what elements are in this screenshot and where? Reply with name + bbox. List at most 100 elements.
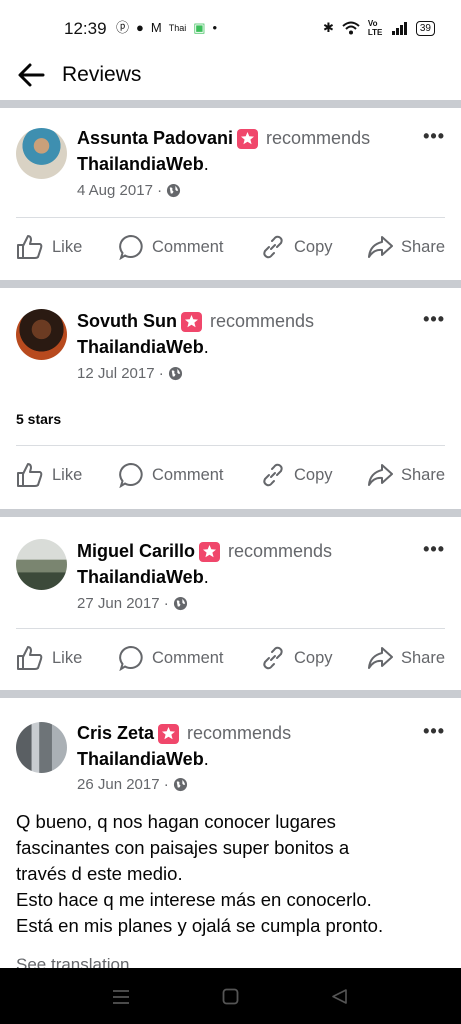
comment-label: Comment: [152, 237, 224, 256]
author-line: Assunta Padovani recommends: [77, 128, 370, 149]
back-arrow-icon[interactable]: [16, 60, 46, 90]
star-rating: 5 stars: [16, 411, 62, 427]
share-icon: [368, 464, 393, 486]
copy-button[interactable]: Copy: [260, 638, 333, 678]
comment-label: Comment: [152, 648, 224, 667]
bluetooth-icon: ✱: [322, 20, 334, 35]
wifi-icon: [342, 21, 360, 35]
review-card: Miguel Carillo recommends ThailandiaWeb.…: [0, 517, 461, 690]
review-card: Assunta Padovani recommends ThailandiaWe…: [0, 108, 461, 280]
recent-apps-icon[interactable]: [112, 989, 130, 1005]
thumbs-up-icon: [17, 463, 43, 487]
page-line: ThailandiaWeb.: [77, 567, 209, 587]
action-bar: Like Comment Copy Share: [0, 455, 461, 495]
signal-icon: [391, 21, 407, 35]
share-label: Share: [401, 465, 446, 484]
comment-label: Comment: [152, 465, 224, 484]
back-icon[interactable]: [331, 988, 348, 1005]
review-body-line: Esto hace q me interese más en conocerlo…: [16, 889, 372, 910]
comment-button[interactable]: Comment: [118, 227, 224, 267]
page-line: ThailandiaWeb.: [77, 337, 209, 357]
review-card: Sovuth Sun recommends ThailandiaWeb. 12 …: [0, 288, 461, 509]
system-icons: ✱ Vo LTE 39: [323, 19, 435, 37]
recommend-badge-icon: [237, 128, 259, 149]
page-line: ThailandiaWeb.: [77, 749, 209, 769]
line-notification-icon: ●: [136, 20, 144, 35]
divider: [16, 445, 445, 446]
home-icon[interactable]: [222, 988, 239, 1005]
like-button[interactable]: Like: [16, 638, 82, 678]
review-card: Cris Zeta recommends ThailandiaWeb. 26 J…: [0, 698, 461, 968]
share-icon: [368, 236, 393, 258]
globe-icon: [173, 777, 187, 792]
comment-icon: [119, 234, 143, 260]
globe-icon: [167, 183, 181, 198]
like-label: Like: [52, 465, 83, 484]
battery-icon: 39: [415, 20, 435, 36]
gmail-icon: M: [150, 20, 162, 35]
share-label: Share: [401, 237, 446, 256]
notification-icons: ⓟ ● M Thai ▣ •: [116, 19, 217, 37]
page-title: Reviews: [62, 63, 142, 86]
comment-button[interactable]: Comment: [118, 638, 224, 678]
author-name[interactable]: Miguel Carillo: [77, 541, 195, 562]
avatar[interactable]: [16, 722, 67, 773]
author-line: Sovuth Sun recommends: [77, 311, 314, 332]
author-name[interactable]: Assunta Padovani: [77, 128, 233, 149]
avatar[interactable]: [16, 128, 67, 179]
recommend-badge-icon: [199, 541, 221, 562]
page-name[interactable]: ThailandiaWeb: [77, 567, 204, 587]
comment-button[interactable]: Comment: [118, 455, 224, 495]
like-button[interactable]: Like: [16, 455, 82, 495]
page-name[interactable]: ThailandiaWeb: [77, 154, 204, 174]
review-body-line: través d este medio.: [16, 863, 183, 884]
avatar[interactable]: [16, 309, 67, 360]
volte-icon: Vo LTE: [367, 19, 383, 37]
thumbs-up-icon: [17, 646, 43, 670]
action-bar: Like Comment Copy Share: [0, 227, 461, 267]
date-text: 27 Jun 2017 ·: [77, 595, 169, 612]
review-body-line: fascinantes con paisajes super bonitos a: [16, 837, 350, 858]
copy-label: Copy: [294, 465, 333, 484]
link-icon: [263, 646, 283, 670]
review-date: 12 Jul 2017 ·: [77, 365, 183, 382]
share-button[interactable]: Share: [367, 227, 445, 267]
comment-icon: [119, 462, 143, 488]
system-navigation-bar: [0, 968, 461, 1024]
more-options-icon[interactable]: •••: [423, 721, 445, 742]
review-body: Q bueno, q nos hagan conocer lugares fas…: [16, 809, 456, 939]
copy-label: Copy: [294, 237, 333, 256]
thai-app-icon: Thai: [168, 23, 187, 33]
app-header: Reviews: [0, 56, 461, 98]
like-label: Like: [52, 237, 83, 256]
like-button[interactable]: Like: [16, 227, 82, 267]
date-text: 26 Jun 2017 ·: [77, 776, 169, 793]
more-options-icon[interactable]: •••: [423, 126, 445, 147]
page-name[interactable]: ThailandiaWeb: [77, 749, 204, 769]
author-name[interactable]: Sovuth Sun: [77, 311, 177, 332]
more-options-icon[interactable]: •••: [423, 539, 445, 560]
avatar[interactable]: [16, 539, 67, 590]
more-options-icon[interactable]: •••: [423, 309, 445, 330]
green-app-icon: ▣: [193, 20, 206, 35]
link-icon: [263, 463, 283, 487]
copy-button[interactable]: Copy: [260, 227, 333, 267]
author-line: Cris Zeta recommends: [77, 723, 291, 744]
status-time: 12:39: [64, 19, 107, 38]
recommends-text: recommends: [266, 128, 371, 148]
recommends-text: recommends: [228, 541, 333, 561]
copy-button[interactable]: Copy: [260, 455, 333, 495]
divider: [16, 628, 445, 629]
review-body-line: Está en mis planes y ojalá se cumpla pro…: [16, 915, 384, 936]
see-translation-link[interactable]: See translation: [16, 955, 129, 968]
page-name[interactable]: ThailandiaWeb: [77, 337, 204, 357]
date-text: 12 Jul 2017 ·: [77, 365, 164, 382]
more-notifications-dot: •: [212, 20, 218, 35]
share-button[interactable]: Share: [367, 638, 445, 678]
author-name[interactable]: Cris Zeta: [77, 723, 154, 744]
recommends-text: recommends: [187, 723, 292, 743]
share-button[interactable]: Share: [367, 455, 445, 495]
globe-icon: [168, 366, 182, 381]
recommend-badge-icon: [158, 723, 180, 744]
share-icon: [368, 647, 393, 669]
